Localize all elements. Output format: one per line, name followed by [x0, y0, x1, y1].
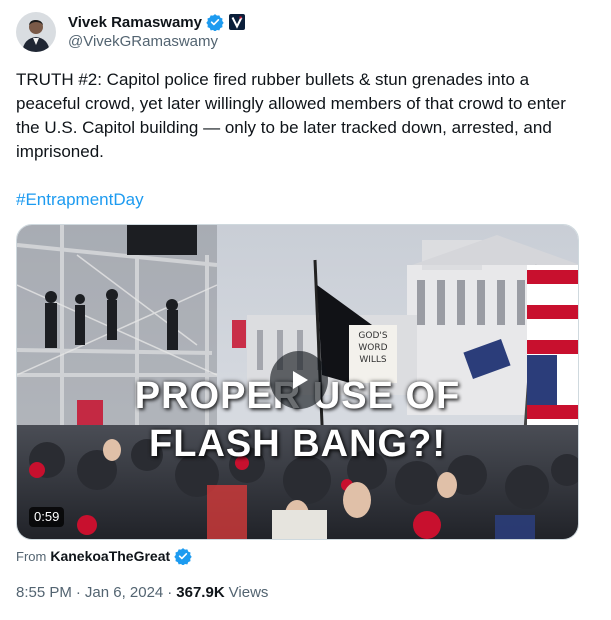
play-button[interactable] [270, 351, 328, 409]
sign-text: GOD'S [358, 331, 387, 341]
tweet-meta: 8:55 PM · Jan 6, 2024 · 367.9K Views [16, 582, 268, 602]
hashtag-link[interactable]: #EntrapmentDay [16, 188, 144, 212]
play-icon [293, 371, 308, 389]
views-label: Views [228, 583, 269, 601]
author-avatar[interactable] [16, 12, 56, 52]
verified-badge-icon [206, 13, 224, 32]
svg-text:WILLS: WILLS [359, 355, 387, 365]
tweet-text: TRUTH #2: Capitol police fired rubber bu… [16, 70, 566, 161]
video-duration: 0:59 [29, 507, 65, 527]
tweet-date[interactable]: Jan 6, 2024 [85, 584, 163, 601]
video-player[interactable]: GOD'S WORD WILLS PROPER USE OF FLASH BAN… [16, 224, 579, 540]
affiliate-logo-icon[interactable] [228, 13, 246, 31]
video-overlay-caption-line2: FLASH BANG?! [149, 423, 446, 465]
from-prefix: From [16, 548, 47, 564]
svg-text:WORD: WORD [358, 343, 387, 353]
author-name-row: Vivek Ramaswamy [68, 12, 246, 32]
source-account-link[interactable]: KanekoaTheGreat [50, 548, 170, 564]
views-count: 367.9K [176, 583, 225, 601]
verified-badge-icon [174, 547, 192, 566]
author-handle[interactable]: @VivekGRamaswamy [68, 33, 218, 50]
tweet-time[interactable]: 8:55 PM [16, 584, 72, 601]
author-name[interactable]: Vivek Ramaswamy [68, 14, 202, 31]
meta-separator: · [75, 583, 81, 601]
video-source-attribution: From KanekoaTheGreat [16, 546, 192, 566]
meta-separator: · [167, 583, 173, 601]
